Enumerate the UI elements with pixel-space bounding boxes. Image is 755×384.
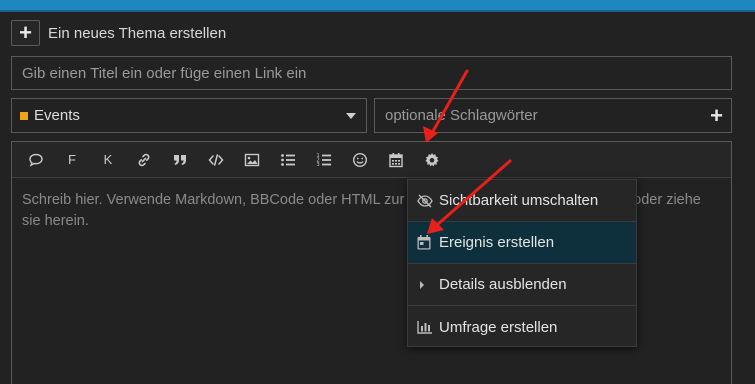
new-topic-plus-button[interactable]: + [11, 20, 40, 46]
category-select[interactable]: Events [11, 98, 367, 133]
menu-item-create-event[interactable]: Ereignis erstellen [408, 222, 636, 264]
header-divider [0, 10, 755, 12]
tags-add-button[interactable]: + [710, 104, 723, 127]
bold-icon[interactable]: F [54, 142, 90, 178]
image-icon[interactable] [234, 142, 270, 178]
bullet-list-icon[interactable] [270, 142, 306, 178]
title-input-placeholder: Gib einen Titel ein oder füge einen Link… [22, 64, 307, 82]
new-topic-row: + Ein neues Thema erstellen [11, 20, 226, 46]
menu-item-label: Sichtbarkeit umschalten [439, 192, 599, 209]
numbered-list-icon[interactable]: 123 [306, 142, 342, 178]
category-label: Events [34, 107, 80, 124]
menu-item-toggle-visibility[interactable]: Sichtbarkeit umschalten [408, 180, 636, 222]
new-topic-label: Ein neues Thema erstellen [48, 24, 227, 42]
svg-text:3: 3 [317, 162, 320, 168]
menu-item-label: Details ausblenden [439, 276, 567, 293]
chart-bar-icon [417, 320, 439, 334]
calendar-day-icon [417, 235, 439, 250]
code-icon[interactable] [198, 142, 234, 178]
menu-item-label: Ereignis erstellen [439, 234, 555, 251]
menu-item-hide-details[interactable]: Details ausblenden [408, 264, 636, 306]
title-input[interactable]: Gib einen Titel ein oder füge einen Link… [11, 56, 732, 90]
toolbar-popup-menu: Sichtbarkeit umschalten Ereignis erstell… [407, 179, 637, 347]
gear-icon[interactable] [414, 142, 450, 178]
calendar-icon[interactable] [378, 142, 414, 178]
chevron-down-icon [346, 112, 356, 119]
category-color-swatch [20, 111, 28, 120]
caret-right-icon [417, 279, 439, 291]
menu-item-create-poll[interactable]: Umfrage erstellen [408, 306, 636, 348]
tags-placeholder: optionale Schlagwörter [385, 107, 538, 124]
menu-item-label: Umfrage erstellen [439, 318, 558, 336]
tags-input[interactable]: optionale Schlagwörter + [374, 98, 732, 133]
eye-slash-icon [417, 194, 439, 208]
speech-bubble-icon[interactable] [18, 142, 54, 178]
top-header-bar [0, 0, 755, 10]
link-icon[interactable] [126, 142, 162, 178]
editor-toolbar: F K 123 [12, 142, 731, 178]
quote-icon[interactable] [162, 142, 198, 178]
emoji-icon[interactable] [342, 142, 378, 178]
italic-icon[interactable]: K [90, 142, 126, 178]
